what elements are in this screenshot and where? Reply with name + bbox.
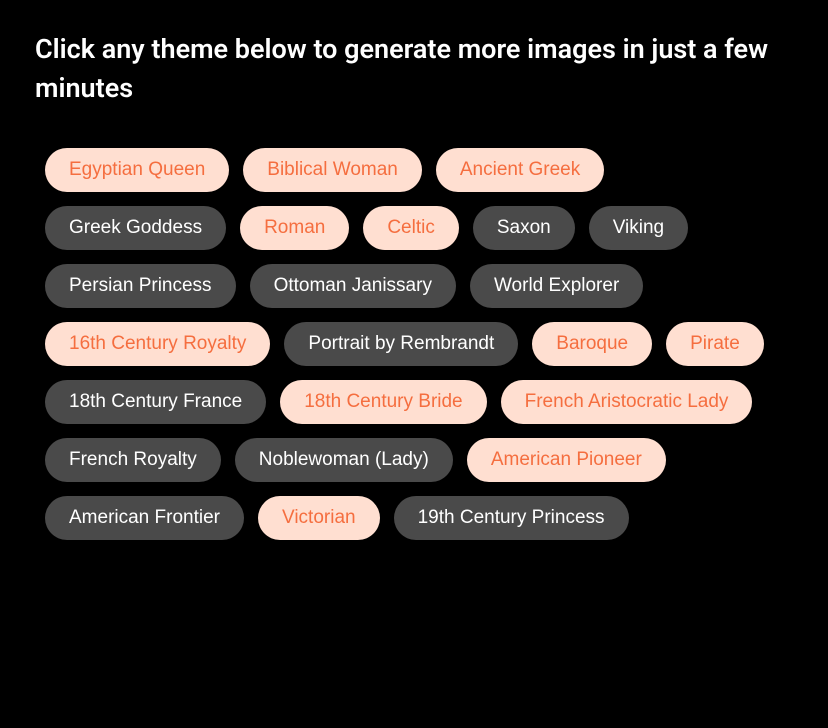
theme-pill[interactable]: French Aristocratic Lady bbox=[501, 380, 753, 424]
theme-pill[interactable]: Baroque bbox=[532, 322, 652, 366]
theme-pill[interactable]: French Royalty bbox=[45, 438, 221, 482]
theme-pill[interactable]: 18th Century France bbox=[45, 380, 266, 424]
theme-pill[interactable]: Greek Goddess bbox=[45, 206, 226, 250]
theme-pill[interactable]: Egyptian Queen bbox=[45, 148, 229, 192]
theme-pill[interactable]: Ancient Greek bbox=[436, 148, 604, 192]
theme-pill[interactable]: 18th Century Bride bbox=[280, 380, 486, 424]
theme-pill[interactable]: Victorian bbox=[258, 496, 380, 540]
theme-pill[interactable]: Saxon bbox=[473, 206, 575, 250]
theme-pill[interactable]: World Explorer bbox=[470, 264, 643, 308]
themes-container: Egyptian Queen Biblical Woman Ancient Gree… bbox=[35, 148, 793, 540]
theme-pill[interactable]: American Frontier bbox=[45, 496, 244, 540]
theme-pill[interactable]: Viking bbox=[589, 206, 688, 250]
theme-pill[interactable]: American Pioneer bbox=[467, 438, 666, 482]
theme-pill[interactable]: Noblewoman (Lady) bbox=[235, 438, 453, 482]
theme-pill[interactable]: Pirate bbox=[666, 322, 764, 366]
page-heading: Click any theme below to generate more i… bbox=[35, 30, 793, 108]
theme-pill[interactable]: Portrait by Rembrandt bbox=[284, 322, 518, 366]
theme-pill[interactable]: Persian Princess bbox=[45, 264, 236, 308]
theme-pill[interactable]: Roman bbox=[240, 206, 349, 250]
theme-pill[interactable]: Celtic bbox=[363, 206, 459, 250]
theme-pill[interactable]: 19th Century Princess bbox=[394, 496, 629, 540]
theme-pill[interactable]: Biblical Woman bbox=[243, 148, 422, 192]
theme-pill[interactable]: Ottoman Janissary bbox=[250, 264, 456, 308]
theme-pill[interactable]: 16th Century Royalty bbox=[45, 322, 270, 366]
